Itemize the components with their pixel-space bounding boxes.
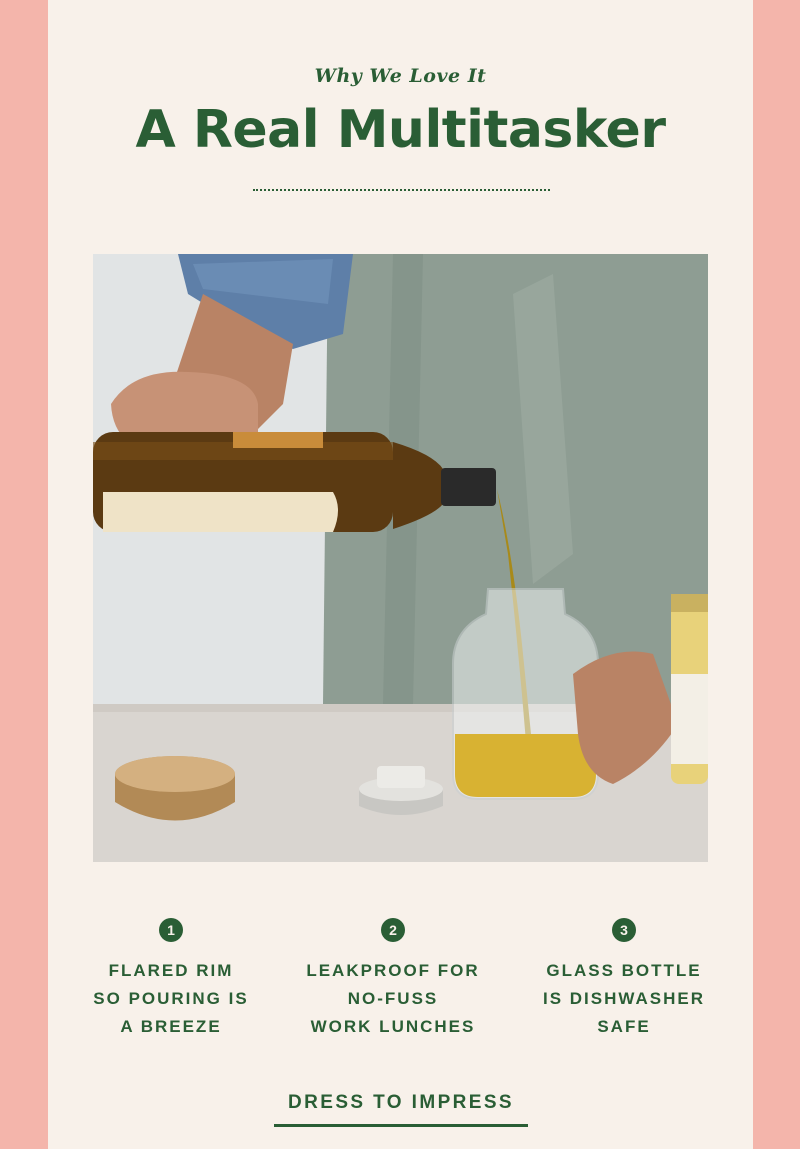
dress-to-impress-link[interactable]: DRESS TO IMPRESS [274, 1092, 528, 1127]
eyebrow-heading: Why We Love It [314, 65, 487, 87]
page-title: A Real Multitasker [135, 100, 666, 160]
feature-item: 3 GLASS BOTTLE IS DISHWASHER SAFE [504, 918, 744, 1041]
feature-item: 1 FLARED RIM SO POURING IS A BREEZE [51, 918, 291, 1041]
feature-number-badge: 2 [381, 918, 405, 942]
feature-list: 1 FLARED RIM SO POURING IS A BREEZE 2 LE… [48, 918, 753, 1048]
feature-item: 2 LEAKPROOF FOR NO-FUSS WORK LUNCHES [273, 918, 513, 1041]
feature-number-badge: 1 [159, 918, 183, 942]
product-photo [93, 254, 708, 862]
feature-label: GLASS BOTTLE IS DISHWASHER SAFE [542, 961, 706, 1036]
feature-label: FLARED RIM SO POURING IS A BREEZE [93, 961, 249, 1036]
dotted-divider [253, 189, 550, 191]
feature-number-badge: 3 [612, 918, 636, 942]
feature-label: LEAKPROOF FOR NO-FUSS WORK LUNCHES [306, 961, 480, 1036]
content-panel: Why We Love It A Real Multitasker 1 FLAR… [48, 0, 753, 1149]
